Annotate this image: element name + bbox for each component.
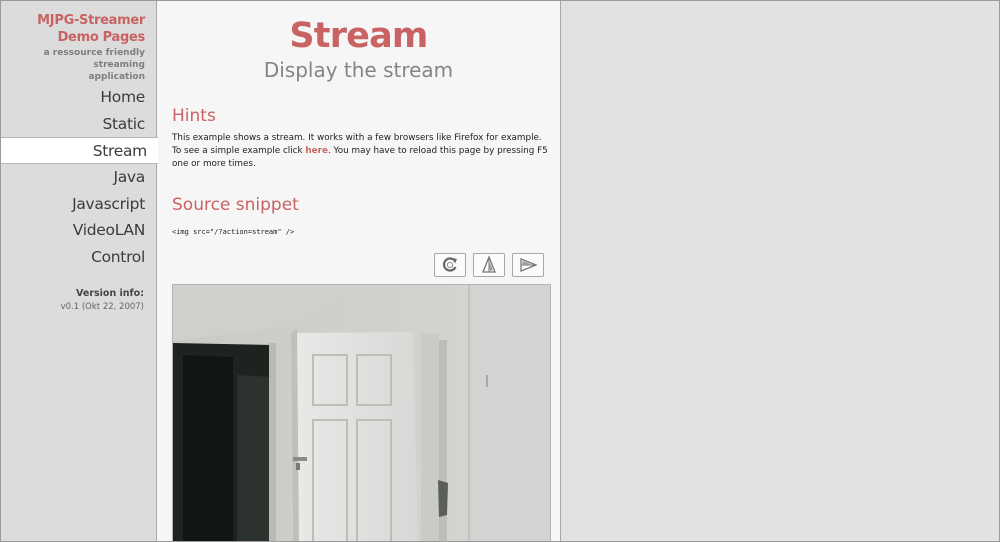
flip-horizontal-icon: [520, 258, 538, 272]
here-link[interactable]: here: [305, 146, 328, 156]
hints-heading: Hints: [172, 106, 216, 126]
sidebar: MJPG-Streamer Demo Pages a ressource fri…: [1, 1, 158, 541]
flip-vertical-icon: [482, 255, 496, 273]
rotate-button[interactable]: [434, 253, 466, 277]
nav-item-videolan[interactable]: VideoLAN: [1, 217, 156, 244]
brand-title: MJPG-Streamer Demo Pages: [37, 13, 145, 45]
hints-paragraph: This example shows a stream. It works wi…: [172, 132, 552, 171]
nav-item-home[interactable]: Home: [1, 84, 156, 111]
code-snippet: <img src="/?action=stream" />: [172, 228, 295, 236]
flip-horizontal-button[interactable]: [512, 253, 544, 277]
stream-image: [172, 284, 551, 541]
brand-subtitle: a ressource friendly streaming applicati…: [43, 48, 145, 82]
nav-item-javascript[interactable]: Javascript: [1, 191, 156, 218]
nav-menu: Home Static Stream Java Javascript Video…: [1, 84, 158, 271]
flip-vertical-button[interactable]: [473, 253, 505, 277]
nav-item-java[interactable]: Java: [1, 164, 156, 191]
source-snippet-heading: Source snippet: [172, 195, 299, 215]
brand: MJPG-Streamer Demo Pages a ressource fri…: [1, 12, 145, 83]
rotate-icon: [443, 257, 457, 272]
camera-frame: [173, 285, 550, 541]
page-subtitle: Display the stream: [263, 58, 454, 82]
nav-item-static[interactable]: Static: [1, 111, 156, 138]
version-info: Version info: v0.1 (Okt 22, 2007): [61, 287, 144, 314]
nav-item-control[interactable]: Control: [1, 244, 156, 271]
version-label: Version info:: [76, 288, 144, 299]
nav-item-stream[interactable]: Stream: [1, 137, 158, 165]
browser-viewport: MJPG-Streamer Demo Pages a ressource fri…: [0, 0, 1000, 542]
main-content: Stream Display the stream Hints This exa…: [157, 1, 561, 541]
version-value: v0.1 (Okt 22, 2007): [60, 302, 144, 312]
page-title: Stream: [289, 16, 428, 56]
